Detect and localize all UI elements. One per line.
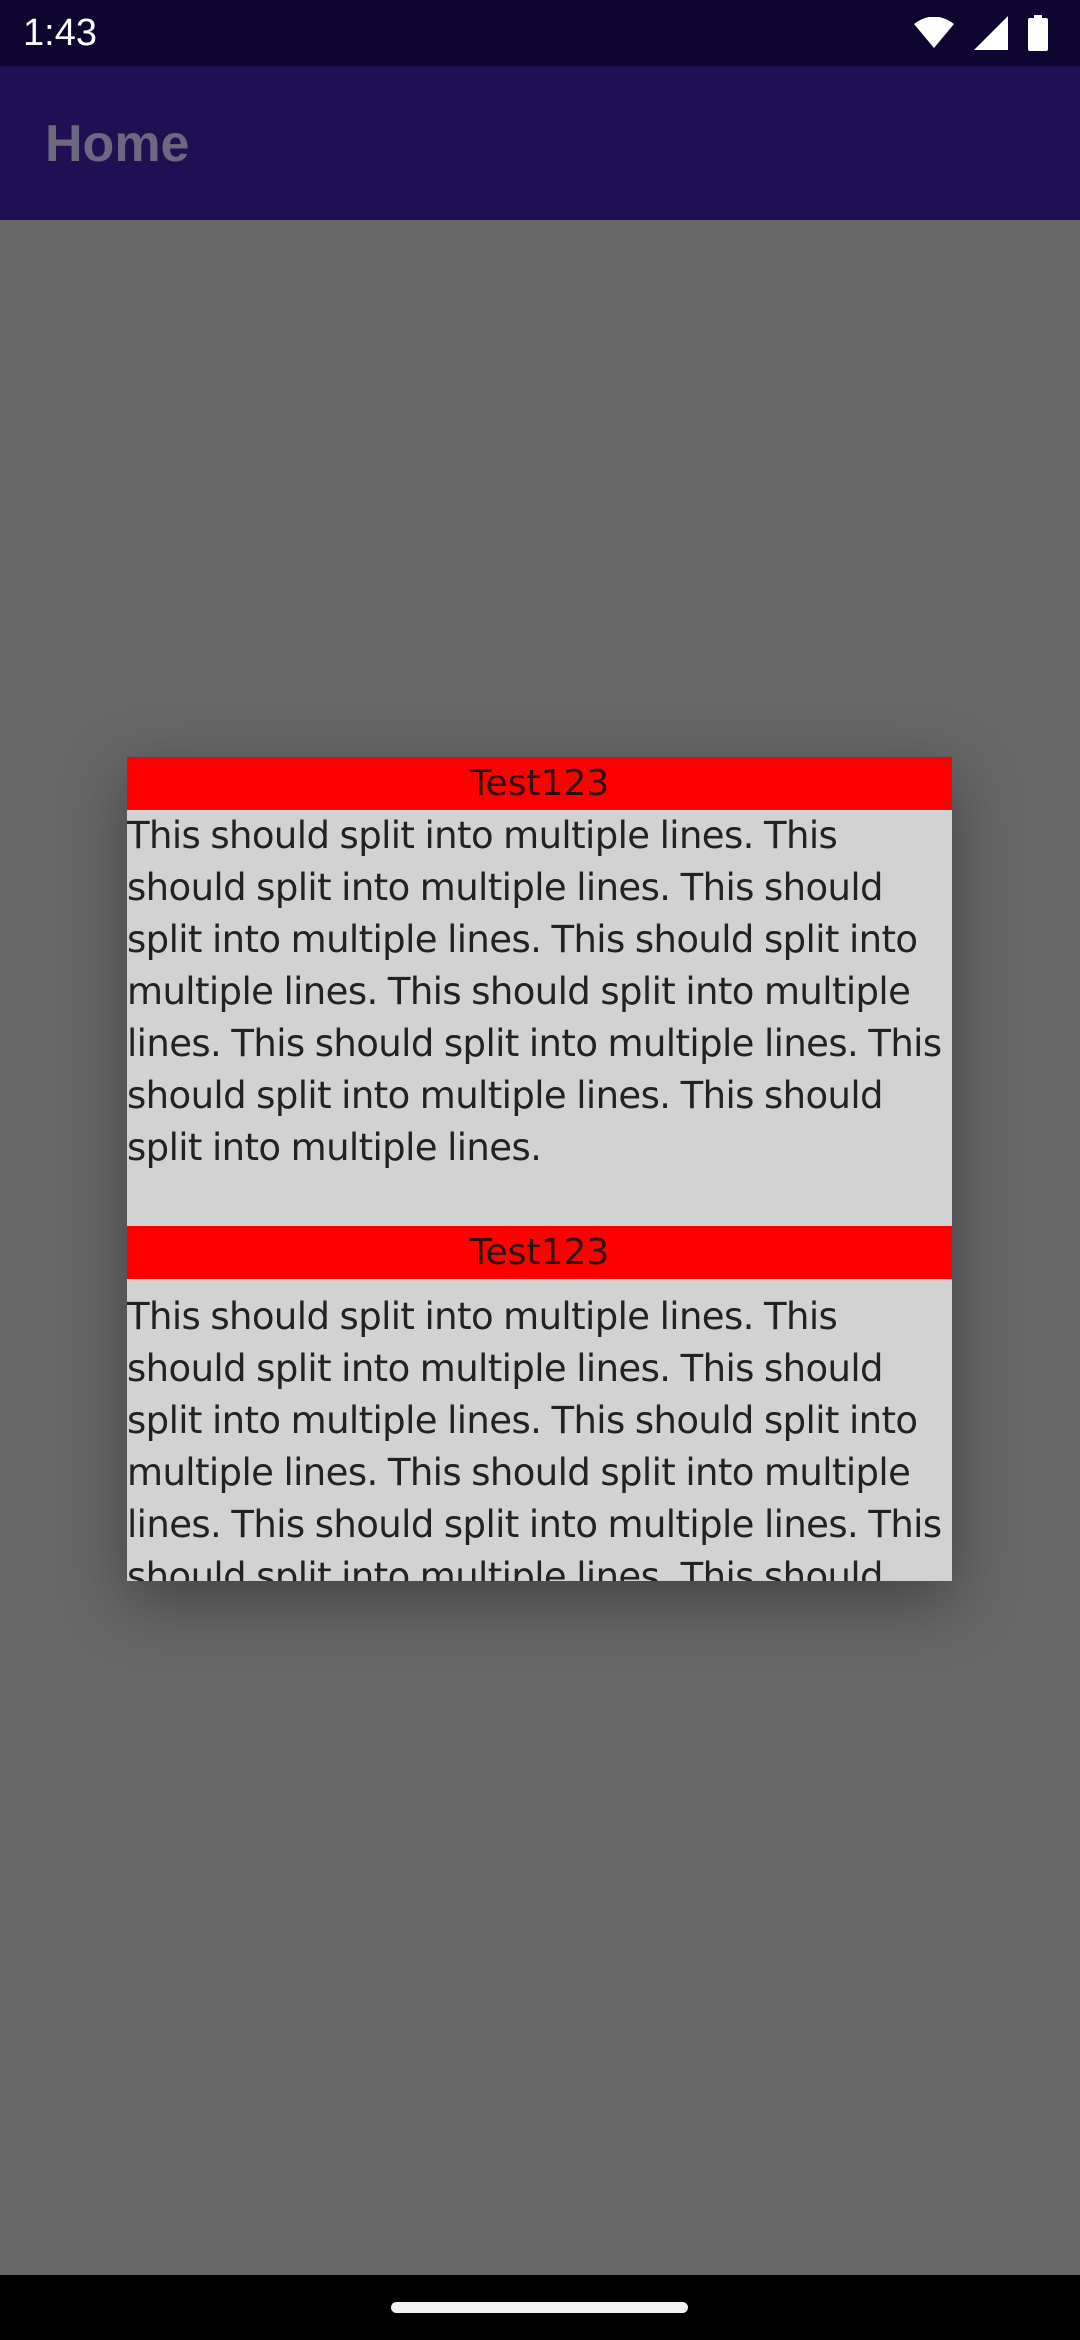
popup-dialog: Test123 This should split into multiple … [127,757,952,1581]
section-header: Test123 [127,757,952,810]
cell-signal-icon [974,16,1008,50]
status-time: 1:43 [23,12,97,54]
section-body-text: This should split into multiple lines. T… [127,1295,942,1581]
section-body-text: This should split into multiple lines. T… [127,814,942,1169]
battery-icon [1028,15,1048,51]
page-title: Home [45,115,190,173]
status-bar: 1:43 [0,0,1080,66]
app-bar: Home [0,66,1080,220]
status-icons [914,14,1048,52]
home-indicator[interactable] [391,2302,688,2313]
wifi-icon [914,17,954,49]
section-header: Test123 [127,1226,952,1279]
navigation-bar [0,2275,1080,2340]
